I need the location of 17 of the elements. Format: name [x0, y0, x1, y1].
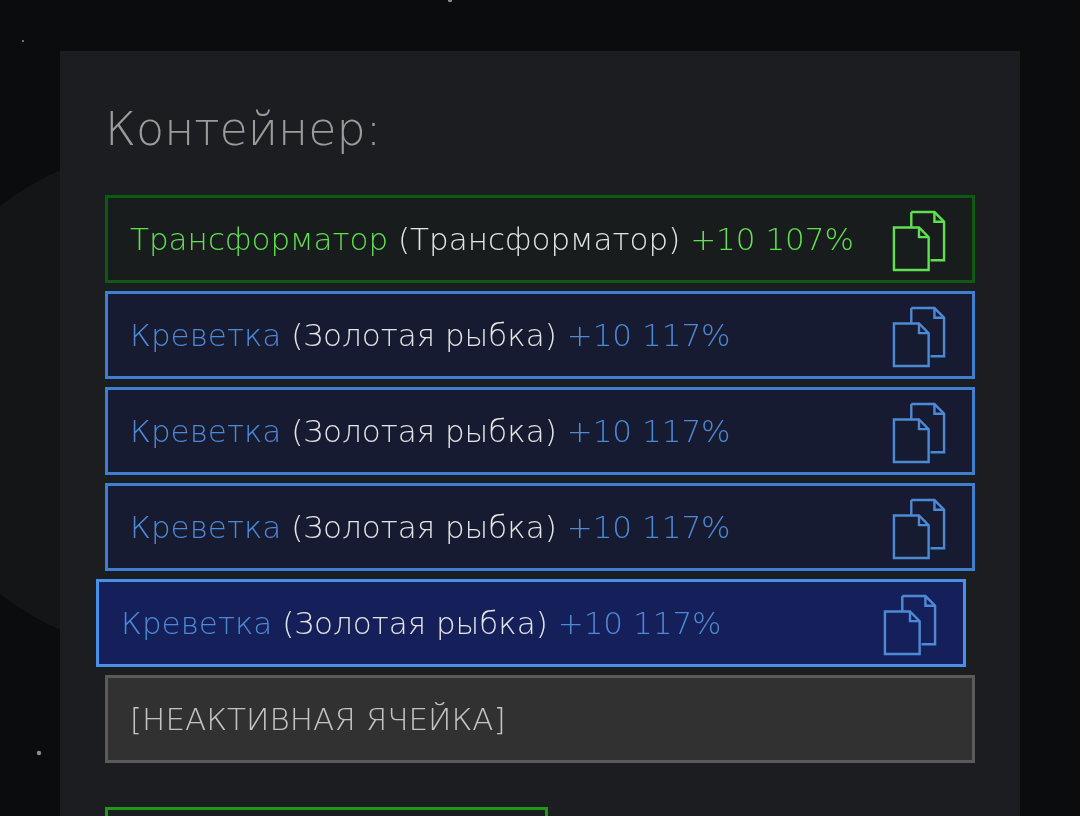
slot-text: Креветка (Золотая рыбка) +10 117%	[121, 605, 722, 641]
item-slot[interactable]: Креветка (Золотая рыбка) +10 117%	[105, 387, 975, 475]
documents-icon[interactable]	[892, 210, 946, 272]
documents-icon[interactable]	[883, 594, 937, 656]
item-slot[interactable]: Трансформатор (Трансформатор) +10 107%	[105, 195, 975, 283]
documents-icon[interactable]	[892, 402, 946, 464]
documents-icon[interactable]	[892, 498, 946, 560]
documents-icon[interactable]	[892, 306, 946, 368]
slot-text: Креветка (Золотая рыбка) +10 117%	[130, 317, 731, 353]
slot-text: Трансформатор (Трансформатор) +10 107%	[130, 221, 855, 257]
container-title: Контейнер:	[105, 101, 383, 158]
slot-text: [НЕАКТИВНАЯ ЯЧЕЙКА]	[130, 701, 506, 737]
item-slot[interactable]: Креветка (Золотая рыбка) +10 117%	[105, 291, 975, 379]
item-slot[interactable]: Креветка (Золотая рыбка) +10 117%	[96, 579, 966, 667]
slot-text: Креветка (Золотая рыбка) +10 117%	[130, 509, 731, 545]
slot-text: Креветка (Золотая рыбка) +10 117%	[130, 413, 731, 449]
item-slot[interactable]: Креветка (Золотая рыбка) +10 117%	[105, 483, 975, 571]
